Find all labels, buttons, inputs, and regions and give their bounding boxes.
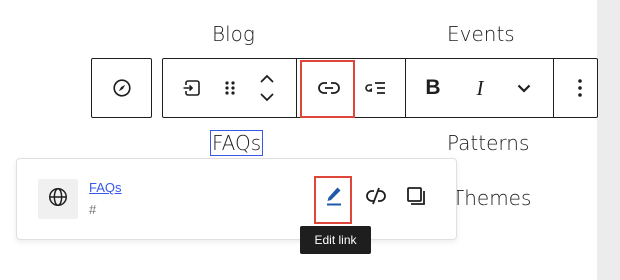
nav-item-faqs[interactable]: FAQs — [209, 130, 264, 156]
bold-button[interactable]: B — [415, 59, 451, 117]
edit-link-button[interactable] — [319, 183, 349, 213]
drag-handle-button[interactable] — [215, 59, 245, 117]
block-toolbar: B I — [162, 58, 598, 118]
nav-item-blog[interactable]: Blog — [212, 22, 255, 46]
toolbar-separator — [553, 59, 554, 117]
drag-handle-icon — [222, 78, 238, 98]
navigation-compass-icon — [111, 77, 133, 99]
edit-link-tooltip: Edit link — [300, 226, 371, 254]
nav-item-events[interactable]: Events — [447, 22, 515, 46]
toolbar-separator — [296, 59, 297, 117]
transform-block-button[interactable] — [172, 59, 212, 117]
unlink-icon — [364, 185, 388, 211]
block-toolbar-parent — [91, 58, 152, 118]
link-preview-url: # — [89, 202, 97, 217]
scrollbar-track[interactable] — [597, 0, 620, 280]
pencil-icon — [324, 185, 344, 211]
nav-item-patterns[interactable]: Patterns — [447, 131, 529, 155]
copy-icon — [405, 185, 427, 211]
options-button[interactable] — [561, 59, 599, 117]
link-icon — [317, 80, 341, 96]
select-parent-navigation-button[interactable] — [92, 59, 151, 117]
move-up-down-icon — [257, 70, 277, 106]
bold-icon: B — [425, 76, 441, 99]
copy-link-button[interactable] — [401, 183, 431, 213]
toolbar-separator — [405, 59, 406, 117]
italic-button[interactable]: I — [463, 59, 497, 117]
move-up-down-button[interactable] — [251, 59, 283, 117]
link-button[interactable] — [303, 59, 355, 117]
kebab-menu-icon — [577, 78, 583, 98]
italic-icon: I — [476, 75, 484, 100]
link-preview-title[interactable]: FAQs — [89, 180, 122, 195]
more-rich-text-controls-button[interactable] — [507, 59, 541, 117]
add-submenu-button[interactable] — [355, 59, 395, 117]
link-favicon — [38, 179, 78, 219]
link-popover: FAQs # — [16, 158, 457, 240]
unlink-button[interactable] — [361, 183, 391, 213]
nav-item-themes[interactable]: Themes — [452, 186, 531, 210]
globe-icon — [47, 186, 69, 212]
chevron-down-icon — [515, 79, 533, 97]
add-submenu-icon — [363, 78, 387, 98]
transform-to-link-icon — [180, 76, 204, 100]
